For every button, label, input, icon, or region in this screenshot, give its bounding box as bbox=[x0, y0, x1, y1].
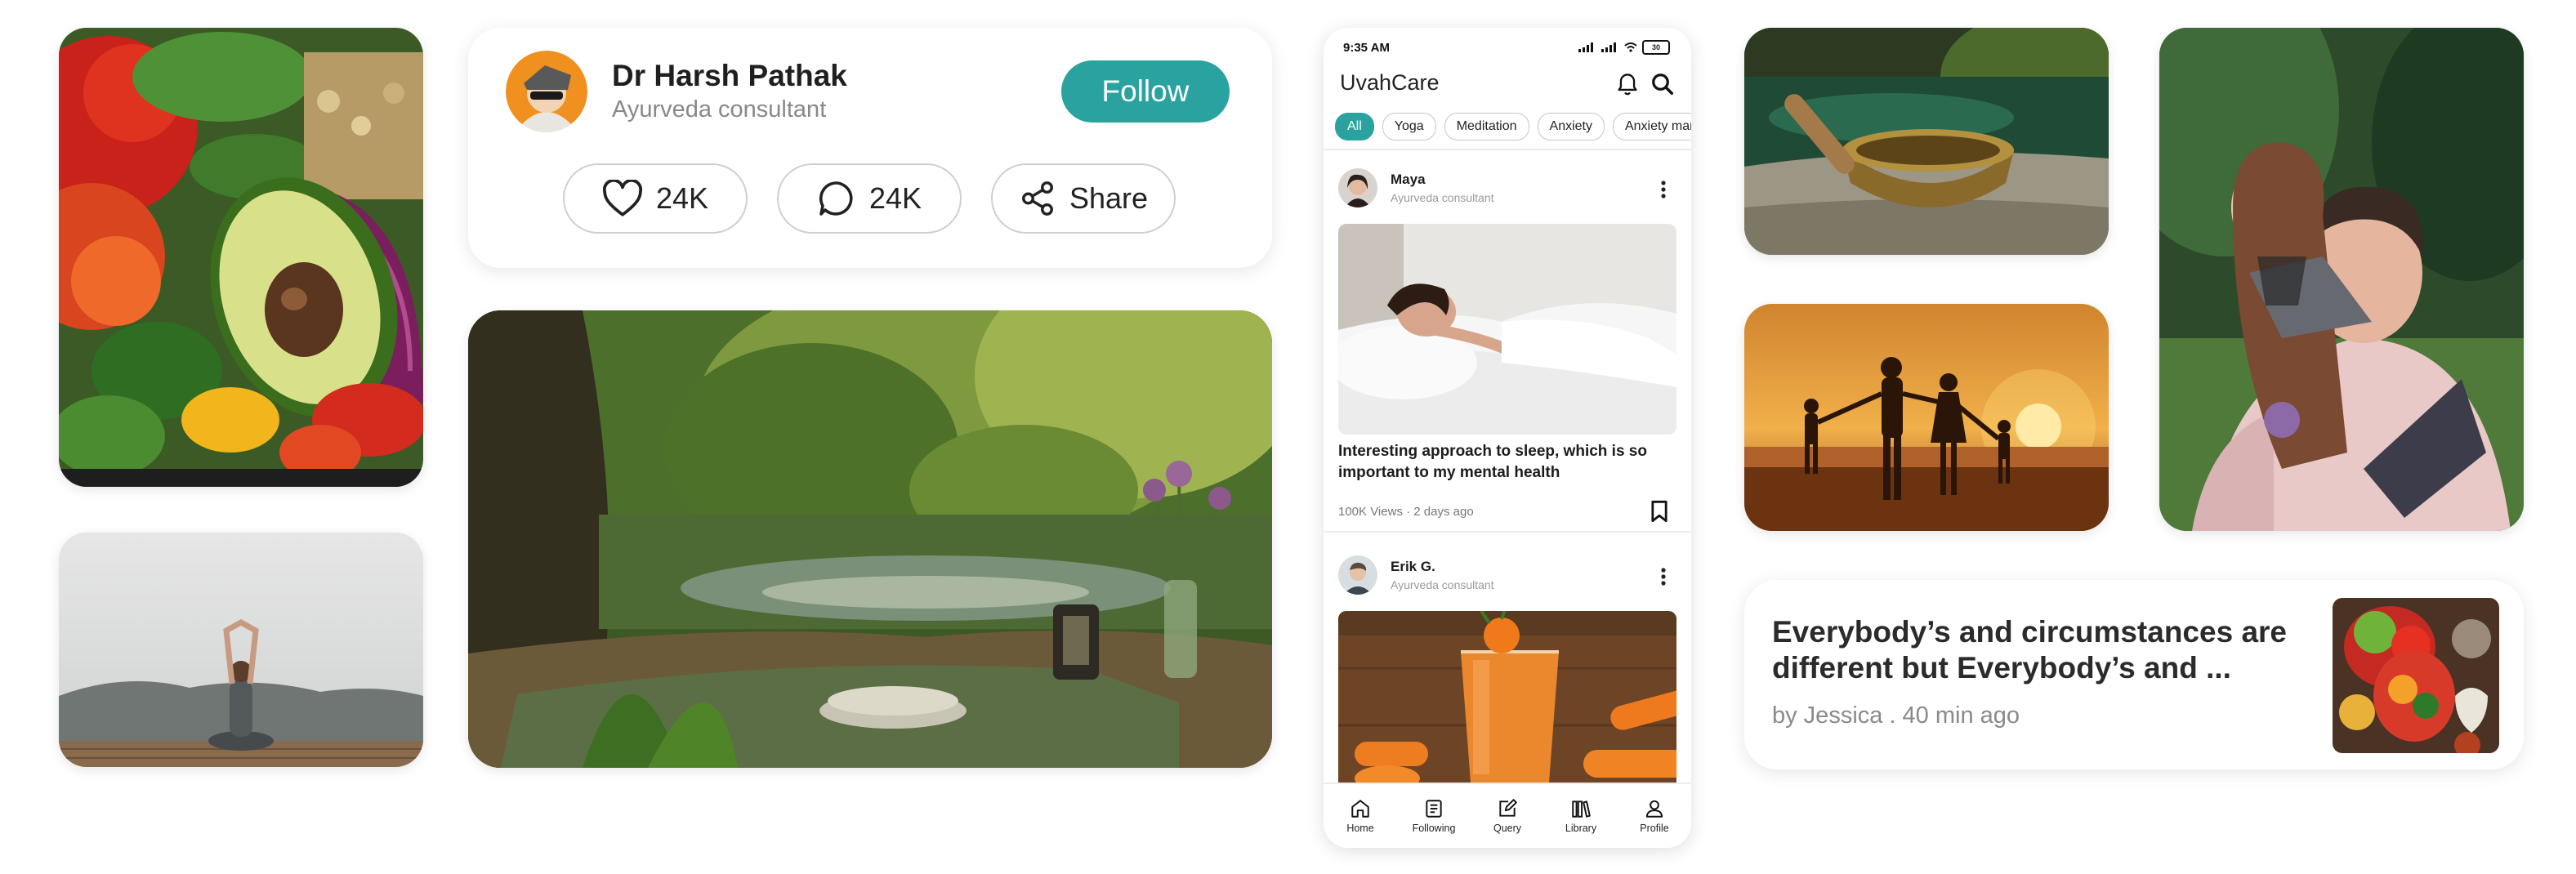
nav-query[interactable]: Query bbox=[1475, 798, 1540, 834]
nav-profile-label: Profile bbox=[1640, 823, 1669, 834]
carrot-juice-photo[interactable] bbox=[1338, 611, 1676, 791]
phone-feed-screen: 9:35 AM 30 UvahCare All Yoga Meditation … bbox=[1324, 28, 1691, 848]
article-card[interactable]: Everybody’s and circumstances are differ… bbox=[1744, 580, 2524, 769]
status-time: 9:35 AM bbox=[1343, 41, 1390, 55]
more-icon[interactable] bbox=[1660, 567, 1667, 586]
bell-icon[interactable] bbox=[1616, 72, 1639, 96]
bookmark-icon[interactable] bbox=[1650, 500, 1668, 523]
follow-button[interactable]: Follow bbox=[1061, 60, 1230, 123]
forest-river-photo bbox=[468, 310, 1272, 768]
comment-icon bbox=[817, 179, 856, 218]
post-caption[interactable]: Interesting approach to sleep, which is … bbox=[1338, 441, 1657, 484]
query-icon bbox=[1497, 798, 1518, 819]
doctor-name: Dr Harsh Pathak bbox=[612, 59, 847, 92]
post-author-avatar[interactable] bbox=[1338, 168, 1377, 207]
signal-icon-2 bbox=[1601, 42, 1619, 52]
wifi-icon bbox=[1624, 42, 1637, 52]
chip-all[interactable]: All bbox=[1335, 113, 1374, 140]
like-count: 24K bbox=[655, 181, 709, 215]
post-author-name[interactable]: Maya bbox=[1391, 172, 1426, 188]
post-author-avatar[interactable] bbox=[1338, 555, 1377, 595]
like-button[interactable]: 24K bbox=[563, 163, 748, 234]
battery-level: 30 bbox=[1651, 43, 1660, 51]
share-button[interactable]: Share bbox=[991, 163, 1176, 234]
nav-query-label: Query bbox=[1493, 823, 1522, 834]
profile-icon bbox=[1644, 798, 1665, 819]
post-author-name[interactable]: Erik G. bbox=[1391, 559, 1435, 575]
following-icon bbox=[1423, 798, 1444, 819]
nav-home[interactable]: Home bbox=[1328, 798, 1393, 834]
profile-card: Dr Harsh Pathak Ayurveda consultant Foll… bbox=[468, 28, 1272, 268]
singing-bowl-photo bbox=[1744, 28, 2109, 255]
status-bar-icons: 30 bbox=[1578, 40, 1670, 55]
search-icon[interactable] bbox=[1650, 72, 1675, 96]
mother-daughter-photo bbox=[2159, 28, 2524, 531]
home-icon bbox=[1350, 798, 1371, 819]
article-meta: by Jessica . 40 min ago bbox=[1772, 702, 2020, 729]
post-divider bbox=[1324, 531, 1691, 533]
signal-icon bbox=[1578, 42, 1596, 52]
chip-yoga[interactable]: Yoga bbox=[1382, 113, 1436, 140]
chip-anxiety[interactable]: Anxiety bbox=[1537, 113, 1605, 140]
nav-following[interactable]: Following bbox=[1401, 798, 1467, 834]
comment-count: 24K bbox=[868, 181, 922, 215]
nav-home-label: Home bbox=[1346, 823, 1374, 834]
share-icon bbox=[1019, 180, 1056, 217]
post-author-role: Ayurveda consultant bbox=[1391, 578, 1494, 591]
salad-photo bbox=[59, 28, 423, 487]
nav-library[interactable]: Library bbox=[1548, 798, 1614, 834]
bottom-navigation: Home Following Query Library Profile bbox=[1324, 783, 1691, 848]
post-author-role: Ayurveda consultant bbox=[1391, 191, 1494, 204]
post-meta: 100K Views · 2 days ago bbox=[1338, 505, 1474, 519]
nav-profile[interactable]: Profile bbox=[1622, 798, 1687, 834]
share-label: Share bbox=[1069, 181, 1149, 215]
sleeping-woman-photo[interactable] bbox=[1338, 224, 1676, 435]
header-divider bbox=[1324, 149, 1691, 150]
chip-anxiety-management[interactable]: Anxiety man bbox=[1612, 113, 1691, 140]
battery-icon: 30 bbox=[1642, 40, 1670, 55]
nav-library-label: Library bbox=[1565, 823, 1597, 834]
chip-meditation[interactable]: Meditation bbox=[1444, 113, 1529, 140]
article-title[interactable]: Everybody’s and circumstances are differ… bbox=[1772, 614, 2295, 686]
app-title: UvahCare bbox=[1340, 70, 1440, 95]
heart-icon bbox=[602, 180, 643, 217]
article-thumbnail[interactable] bbox=[2333, 598, 2499, 753]
family-sunset-photo bbox=[1744, 304, 2109, 531]
doctor-role: Ayurveda consultant bbox=[612, 96, 827, 123]
more-icon[interactable] bbox=[1660, 180, 1667, 199]
nav-following-label: Following bbox=[1412, 823, 1456, 834]
library-icon bbox=[1570, 798, 1592, 819]
comment-button[interactable]: 24K bbox=[777, 163, 962, 234]
doctor-avatar[interactable] bbox=[506, 51, 587, 132]
category-chips: All Yoga Meditation Anxiety Anxiety man bbox=[1335, 113, 1691, 140]
yoga-photo bbox=[59, 533, 423, 767]
